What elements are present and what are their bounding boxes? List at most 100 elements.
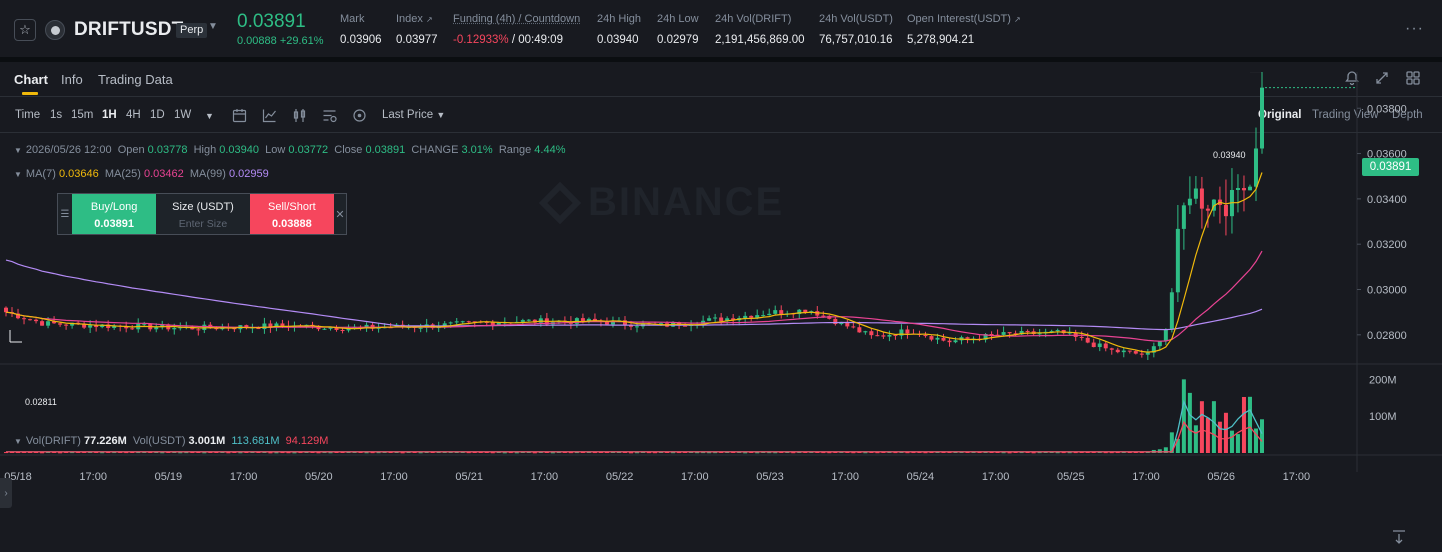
candle-body	[887, 334, 892, 337]
candle-body	[1247, 186, 1252, 191]
favorite-star-icon[interactable]: ☆	[14, 19, 36, 41]
x-tick-label: 17:00	[230, 471, 258, 483]
candle-body	[448, 322, 453, 324]
candle-body	[172, 328, 177, 330]
candle-body	[1145, 352, 1150, 355]
candle-body	[1260, 87, 1264, 149]
y-tick-label: 0.02800	[1367, 330, 1407, 342]
candle-body	[46, 321, 51, 326]
sell-short-button[interactable]: Sell/Short 0.03888	[249, 194, 335, 234]
stat-24h-high: 24h High 0.03940	[597, 13, 642, 46]
candle-body	[935, 337, 940, 340]
candle-body	[707, 318, 712, 321]
x-tick-label: 17:00	[831, 471, 859, 483]
drag-handle-icon[interactable]: ☰	[58, 194, 72, 234]
candle-body	[1103, 343, 1108, 349]
candle-body	[1169, 292, 1174, 330]
volume-bar	[1247, 396, 1252, 453]
volume-bar	[1181, 379, 1186, 453]
candle-body	[520, 320, 525, 322]
candle-body	[1091, 342, 1096, 348]
x-tick-label: 05/25	[1057, 471, 1085, 483]
volume-legend: ▼ Vol(DRIFT) 77.226M Vol(USDT) 3.001M 113…	[14, 435, 329, 447]
y-tick-label: 0.03200	[1367, 239, 1407, 251]
buy-long-button[interactable]: Buy/Long 0.03891	[71, 194, 157, 234]
candle-body	[154, 327, 159, 330]
stat-index[interactable]: Index ↗ 0.03977	[396, 13, 438, 46]
candle-body	[635, 326, 640, 328]
stat-mark: Mark 0.03906	[340, 13, 382, 46]
candle-body	[1007, 332, 1012, 334]
candle-body	[1181, 205, 1186, 229]
candle-body	[280, 323, 285, 326]
candle-body	[1235, 188, 1240, 191]
x-tick-label: 05/21	[455, 471, 483, 483]
candle-body	[1079, 336, 1084, 338]
candle-body	[4, 307, 8, 313]
candle-body	[1205, 208, 1210, 211]
volume-bar	[1187, 392, 1192, 453]
candle-body	[460, 321, 465, 323]
expand-sidebar-icon[interactable]: ›	[0, 478, 12, 508]
stat-funding[interactable]: Funding (4h) / Countdown -0.12933% / 00:…	[453, 13, 580, 46]
candle-body	[1193, 188, 1198, 199]
candle-body	[88, 325, 93, 328]
candle-body	[1037, 333, 1042, 335]
x-tick-label: 05/20	[305, 471, 333, 483]
size-input[interactable]: Size (USDT) Enter Size	[156, 194, 249, 234]
candle-body	[1133, 351, 1138, 354]
volume-bar	[1260, 419, 1264, 453]
candle-body	[1127, 350, 1132, 352]
candle-body	[58, 323, 63, 325]
x-tick-label: 17:00	[1132, 471, 1160, 483]
candle-body	[1223, 204, 1228, 217]
candle-body	[262, 323, 267, 330]
volume-bar	[1193, 425, 1198, 453]
candle-body	[1025, 331, 1030, 333]
volume-tick-label: 200M	[1369, 374, 1397, 386]
candle-body	[22, 318, 27, 320]
volume-bar	[1199, 401, 1204, 453]
candle-body	[34, 319, 39, 322]
stat-24h-low: 24h Low 0.02979	[657, 13, 699, 46]
x-tick-label: 17:00	[681, 471, 709, 483]
candle-body	[929, 336, 934, 340]
candle-body	[719, 317, 724, 322]
stat-24h-vol-usdt: 24h Vol(USDT) 76,757,010.16	[819, 13, 893, 46]
candle-body	[1109, 348, 1114, 350]
x-tick-label: 05/26	[1207, 471, 1235, 483]
x-tick-label: 05/19	[155, 471, 183, 483]
axis-settings-icon[interactable]	[1390, 528, 1408, 546]
candle-body	[773, 310, 778, 314]
candle-body	[749, 315, 754, 318]
candle-body	[1187, 198, 1192, 206]
candle-body	[851, 326, 856, 328]
candle-body	[1001, 332, 1006, 335]
candle-body	[1253, 148, 1258, 187]
symbol-name[interactable]: DRIFTUSDT	[74, 19, 183, 41]
x-tick-label: 05/22	[606, 471, 634, 483]
candle-body	[905, 329, 910, 334]
y-tick-label: 0.03000	[1367, 285, 1407, 297]
candle-body	[881, 335, 886, 337]
stat-open-interest[interactable]: Open Interest(USDT) ↗ 5,278,904.21	[907, 13, 1021, 46]
candle-body	[869, 331, 874, 336]
more-options-icon[interactable]: ···	[1405, 20, 1424, 38]
coin-logo-icon	[45, 20, 65, 40]
volume-tick-label: 100M	[1369, 411, 1397, 423]
symbol-dropdown-icon[interactable]: ▼	[208, 21, 218, 32]
ma-legend: ▼ MA(7) 0.03646 MA(25) 0.03462 MA(99) 0.0…	[14, 168, 269, 180]
candle-body	[340, 329, 345, 331]
y-tick-label: 0.03800	[1367, 103, 1407, 115]
quick-order-widget: ☰ Buy/Long 0.03891 Size (USDT) Enter Siz…	[57, 193, 347, 235]
candle-body	[833, 318, 838, 325]
ticker-header: ☆ DRIFTUSDT Perp ▼ 0.03891 0.00888 +29.6…	[0, 0, 1442, 58]
candle-body	[761, 315, 766, 317]
candle-body	[64, 324, 69, 326]
candle-body	[1055, 330, 1060, 332]
close-icon[interactable]: ✕	[334, 194, 346, 234]
candle-body	[821, 315, 826, 317]
candle-body	[322, 328, 327, 330]
candle-body	[1199, 188, 1204, 209]
candle-body	[1139, 353, 1144, 355]
